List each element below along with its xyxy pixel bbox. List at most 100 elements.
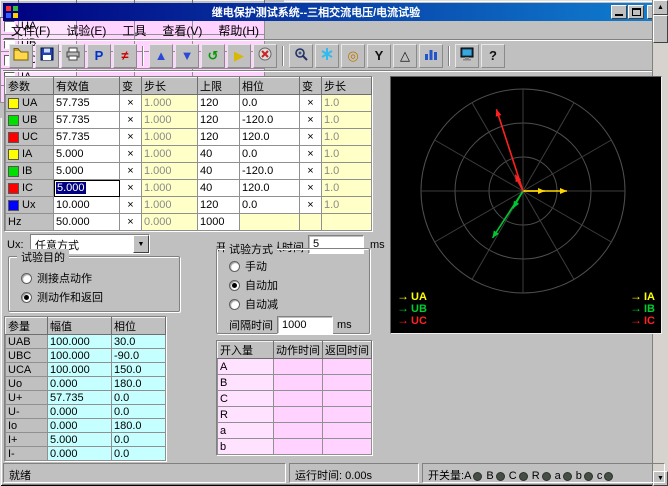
param-phase-cell[interactable] (240, 214, 300, 231)
param-limit-cell[interactable]: 120 (198, 197, 240, 214)
menu-item-1[interactable]: 试验(E) (58, 20, 114, 41)
param-var2-cell[interactable]: × (300, 163, 322, 180)
menu-item-4[interactable]: 帮助(H) (210, 20, 267, 41)
undo-button[interactable]: ↺ (201, 44, 225, 68)
monitor-button[interactable] (455, 44, 479, 68)
param-var-cell[interactable]: × (120, 180, 142, 197)
param-value-cell[interactable]: 5.000 (54, 180, 120, 197)
param-step-cell[interactable]: 1.000 (142, 95, 198, 112)
param-name-cell[interactable]: UA (6, 95, 54, 112)
param-value-cell[interactable]: 57.735 (54, 129, 120, 146)
vector-y-button[interactable]: Y (367, 44, 391, 68)
param-step-cell[interactable]: 1.000 (142, 112, 198, 129)
mode-option-0[interactable]: 手动 (229, 258, 369, 274)
param-value-cell[interactable]: 5.000 (54, 163, 120, 180)
dropdown-arrow-icon[interactable]: ▼ (133, 235, 149, 253)
mode-option-1[interactable]: 自动加 (229, 277, 369, 293)
param-name-cell[interactable]: Ux (6, 197, 54, 214)
save-button[interactable] (35, 44, 59, 68)
param-limit-cell[interactable]: 40 (198, 163, 240, 180)
param-phase-cell[interactable]: 0.0 (240, 95, 300, 112)
param-value-cell[interactable]: 5.000 (54, 146, 120, 163)
legend-item-IC: →IC (630, 315, 655, 327)
param-var2-cell[interactable]: × (300, 112, 322, 129)
param-name-cell[interactable]: IB (6, 163, 54, 180)
param-step2-cell[interactable]: 1.0 (322, 180, 372, 197)
param-var-cell[interactable]: × (120, 197, 142, 214)
param-limit-cell[interactable]: 40 (198, 146, 240, 163)
param-var2-cell[interactable]: × (300, 197, 322, 214)
param-name-cell[interactable]: UB (6, 112, 54, 129)
param-limit-cell[interactable]: 120 (198, 112, 240, 129)
param-name-cell[interactable]: UC (6, 129, 54, 146)
phase-button[interactable]: ≠ (113, 44, 137, 68)
param-var-cell[interactable]: × (120, 95, 142, 112)
param-step2-cell[interactable]: 1.0 (322, 95, 372, 112)
param-var-cell[interactable]: × (120, 146, 142, 163)
param-value-cell[interactable]: 57.735 (54, 112, 120, 129)
param-step2-cell[interactable]: 1.0 (322, 112, 372, 129)
p-mode-button[interactable]: P (87, 44, 111, 68)
menu-item-2[interactable]: 工具 (114, 20, 154, 41)
param-name-cell[interactable]: IA (6, 146, 54, 163)
target-button[interactable]: ◎ (341, 44, 365, 68)
mode-option-2[interactable]: 自动减 (229, 296, 369, 312)
maximize-button[interactable] (628, 5, 644, 19)
purpose-option-0[interactable]: 测接点动作 (21, 270, 179, 286)
param-limit-cell[interactable]: 1000 (198, 214, 240, 231)
menu-item-0[interactable]: 文件(F) (3, 20, 58, 41)
param-var-cell[interactable]: × (120, 112, 142, 129)
star-button[interactable] (315, 44, 339, 68)
param-value-cell[interactable]: 10.000 (54, 197, 120, 214)
param-value-cell[interactable]: 50.000 (54, 214, 120, 231)
bars-button[interactable] (419, 44, 443, 68)
interval-input[interactable]: 1000 (277, 316, 333, 334)
zoom-button[interactable] (289, 44, 313, 68)
param-name-cell[interactable]: Hz (6, 214, 54, 231)
param-step-cell[interactable]: 1.000 (142, 197, 198, 214)
step-up-button[interactable]: ▲ (149, 44, 173, 68)
param-phase-cell[interactable]: 0.0 (240, 146, 300, 163)
param-limit-cell[interactable]: 120 (198, 95, 240, 112)
param-phase-cell[interactable]: -120.0 (240, 112, 300, 129)
param-limit-cell[interactable]: 120 (198, 129, 240, 146)
voltage-legend: →UA→UB→UC (397, 291, 427, 327)
col-header-limit: 上限 (198, 78, 240, 95)
param-var-cell[interactable]: × (120, 214, 142, 231)
param-var2-cell[interactable]: × (300, 180, 322, 197)
purpose-option-1[interactable]: 测动作和返回 (21, 289, 179, 305)
param-step-cell[interactable]: 1.000 (142, 129, 198, 146)
param-phase-cell[interactable]: 0.0 (240, 197, 300, 214)
param-step2-cell[interactable]: 1.0 (322, 146, 372, 163)
help-button[interactable]: ? (481, 44, 505, 68)
param-step-cell[interactable]: 1.000 (142, 146, 198, 163)
triangle-button[interactable]: △ (393, 44, 417, 68)
param-step2-cell[interactable] (322, 214, 372, 231)
run-button[interactable]: ▶ (227, 44, 251, 68)
param-step-cell[interactable]: 0.000 (142, 214, 198, 231)
param-var2-cell[interactable]: × (300, 146, 322, 163)
param-phase-cell[interactable]: 120.0 (240, 129, 300, 146)
param-step-cell[interactable]: 1.000 (142, 180, 198, 197)
menu-item-3[interactable]: 查看(V) (154, 20, 210, 41)
step-down-button[interactable]: ▼ (175, 44, 199, 68)
param-var2-cell[interactable] (300, 214, 322, 231)
param-var-cell[interactable]: × (120, 163, 142, 180)
param-step2-cell[interactable]: 1.0 (322, 129, 372, 146)
param-var-cell[interactable]: × (120, 129, 142, 146)
param-value-cell[interactable]: 57.735 (54, 95, 120, 112)
stop-button[interactable] (253, 44, 277, 68)
param-step-cell[interactable]: 1.000 (142, 163, 198, 180)
print-button[interactable] (61, 44, 85, 68)
param-name-cell[interactable]: IC (6, 180, 54, 197)
minimize-button[interactable] (611, 5, 627, 19)
param-var2-cell[interactable]: × (300, 95, 322, 112)
param-step2-cell[interactable]: 1.0 (322, 163, 372, 180)
param-limit-cell[interactable]: 40 (198, 180, 240, 197)
param-phase-cell[interactable]: 120.0 (240, 180, 300, 197)
open-button[interactable] (9, 44, 33, 68)
param-phase-cell[interactable]: -120.0 (240, 163, 300, 180)
input-row-C: C (218, 391, 372, 407)
param-step2-cell[interactable]: 1.0 (322, 197, 372, 214)
param-var2-cell[interactable]: × (300, 129, 322, 146)
